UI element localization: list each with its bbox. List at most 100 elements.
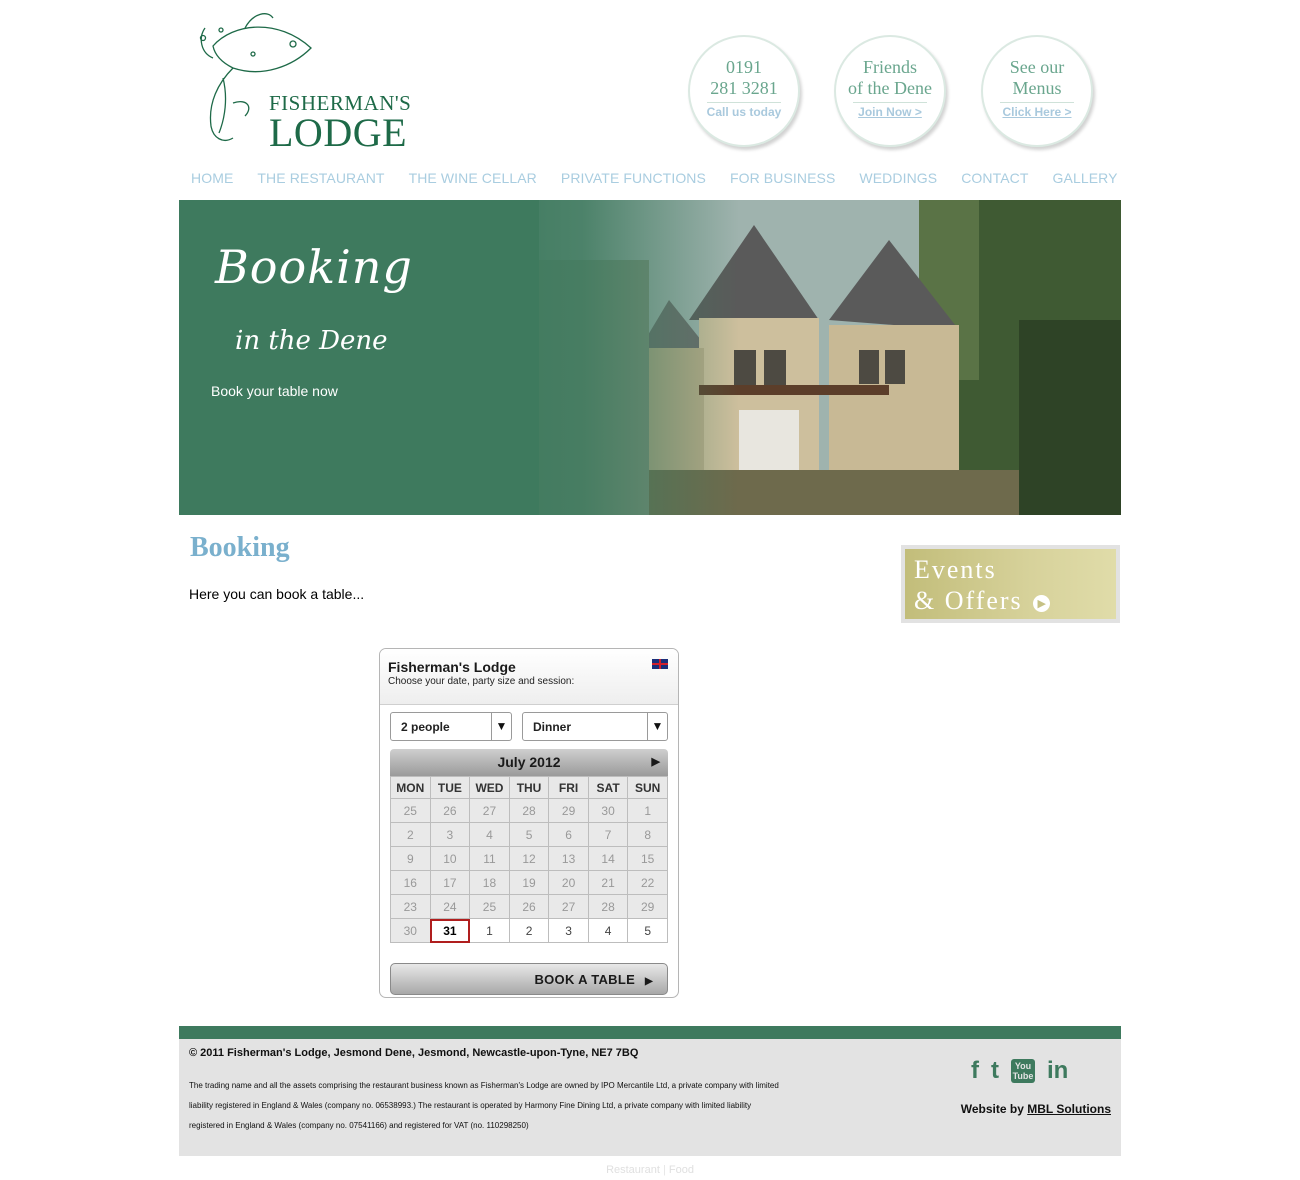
dropdown-arrow-icon: ▼ — [491, 713, 511, 740]
calendar-day: 3 — [429, 822, 471, 847]
calendar-day: 27 — [469, 798, 510, 823]
book-a-table-button[interactable]: BOOK A TABLE ▶ — [390, 963, 668, 995]
booking-widget: Fisherman's Lodge Choose your date, part… — [379, 648, 679, 998]
friends-circle[interactable]: Friends of the Dene Join Now > — [834, 35, 946, 147]
calendar-day: 30 — [390, 918, 431, 943]
book-button-label: BOOK A TABLE — [534, 972, 636, 987]
party-size-select[interactable]: 2 people ▼ — [390, 712, 512, 741]
banner-gradient — [479, 200, 739, 515]
calendar-day-available[interactable]: 1 — [469, 918, 510, 943]
weekday-header: TUE — [429, 776, 471, 799]
calendar-day: 14 — [587, 846, 629, 871]
calendar-day: 28 — [508, 798, 550, 823]
youtube-icon[interactable]: You Tube — [1011, 1059, 1035, 1083]
linkedin-icon[interactable]: in — [1047, 1057, 1068, 1085]
session-select[interactable]: Dinner ▼ — [522, 712, 668, 741]
calendar-day-selected[interactable]: 31 — [429, 918, 471, 943]
call-us-circle[interactable]: 0191 281 3281 Call us today — [688, 35, 800, 147]
nav-the-wine-cellar[interactable]: THE WINE CELLAR — [409, 170, 537, 186]
banner-script-subtitle: in the Dene — [235, 326, 388, 356]
calendar-day-available[interactable]: 4 — [587, 918, 629, 943]
calendar-day: 4 — [469, 822, 510, 847]
menus-line2: Menus — [1012, 78, 1062, 98]
footer: © 2011 Fisherman's Lodge, Jesmond Dene, … — [179, 1026, 1121, 1156]
social-links: f t You Tube in — [971, 1057, 1068, 1085]
footer-legal: The trading name and all the assets comp… — [189, 1081, 779, 1130]
phone-line2: 281 3281 — [710, 78, 778, 98]
weekday-header: SAT — [587, 776, 629, 799]
page-title: Booking — [190, 532, 290, 563]
footer-copyright: © 2011 Fisherman's Lodge, Jesmond Dene, … — [189, 1047, 639, 1059]
calendar-day: 2 — [390, 822, 431, 847]
calendar-day-available[interactable]: 2 — [508, 918, 550, 943]
mbl-solutions-link[interactable]: MBL Solutions — [1027, 1102, 1111, 1116]
weekday-header: THU — [508, 776, 550, 799]
circle-divider — [707, 102, 781, 103]
calendar-day: 30 — [587, 798, 629, 823]
calendar-day: 26 — [429, 798, 471, 823]
banner-tagline: Book your table now — [211, 383, 338, 399]
calendar-grid: MON TUE WED THU FRI SAT SUN 25 26 27 28 — [390, 776, 668, 943]
nav-gallery[interactable]: GALLERY — [1053, 170, 1118, 186]
calendar-day: 1 — [627, 798, 668, 823]
call-us-label: Call us today — [706, 105, 782, 119]
calendar-day: 25 — [469, 894, 510, 919]
site-logo[interactable]: FISHERMAN'S LODGE — [193, 8, 423, 153]
nav-home[interactable]: HOME — [191, 170, 233, 186]
main-nav: HOME THE RESTAURANT THE WINE CELLAR PRIV… — [191, 170, 1142, 186]
next-month-icon[interactable]: ▶ — [652, 749, 660, 776]
nav-for-business[interactable]: FOR BUSINESS — [730, 170, 835, 186]
calendar-day: 7 — [587, 822, 629, 847]
calendar: July 2012 ▶ MON TUE WED THU FRI SAT SUN — [390, 749, 668, 943]
join-now-link[interactable]: Join Now > — [836, 105, 944, 119]
weekday-header: FRI — [548, 776, 589, 799]
restaurant-link[interactable]: Restaurant — [606, 1164, 660, 1176]
banner-script-title: Booking — [215, 240, 413, 294]
calendar-day: 20 — [548, 870, 589, 895]
credit-prefix: Website by — [960, 1102, 1024, 1116]
weekday-header: WED — [469, 776, 510, 799]
calendar-day: 23 — [390, 894, 431, 919]
footer-credit: Website by MBL Solutions — [961, 1102, 1111, 1116]
calendar-day: 5 — [508, 822, 550, 847]
calendar-day: 29 — [627, 894, 668, 919]
uk-flag-icon[interactable] — [652, 659, 668, 669]
calendar-day: 24 — [429, 894, 471, 919]
friends-line2: of the Dene — [848, 78, 932, 98]
calendar-week: 16 17 18 19 20 21 22 — [390, 870, 668, 895]
calendar-day: 15 — [627, 846, 668, 871]
play-arrow-icon: ▶ — [645, 976, 653, 987]
widget-header: Fisherman's Lodge Choose your date, part… — [380, 649, 678, 705]
arrow-right-icon: ▶ — [1033, 594, 1051, 612]
calendar-day: 8 — [627, 822, 668, 847]
calendar-day: 11 — [469, 846, 510, 871]
food-link[interactable]: Food — [669, 1164, 694, 1176]
calendar-day-available[interactable]: 3 — [548, 918, 589, 943]
weekday-header: MON — [390, 776, 431, 799]
circle-divider — [1000, 102, 1074, 103]
calendar-week: 2 3 4 5 6 7 8 — [390, 822, 668, 847]
weekday-header: SUN — [627, 776, 668, 799]
calendar-month: July 2012 — [497, 754, 561, 770]
events-offers-button[interactable]: Events & Offers ▶ — [901, 545, 1120, 623]
calendar-day: 21 — [587, 870, 629, 895]
facebook-icon[interactable]: f — [971, 1057, 979, 1085]
calendar-day: 18 — [469, 870, 510, 895]
intro-text: Here you can book a table... — [189, 586, 365, 602]
calendar-day: 27 — [548, 894, 589, 919]
calendar-week: 30 31 1 2 3 4 5 — [390, 918, 668, 943]
calendar-day: 17 — [429, 870, 471, 895]
hero-banner: Booking in the Dene Book your table now — [179, 200, 1121, 515]
twitter-icon[interactable]: t — [991, 1057, 999, 1085]
calendar-day: 12 — [508, 846, 550, 871]
session-value: Dinner — [533, 720, 572, 734]
calendar-day-available[interactable]: 5 — [627, 918, 668, 943]
menus-circle[interactable]: See our Menus Click Here > — [981, 35, 1093, 147]
nav-contact[interactable]: CONTACT — [961, 170, 1028, 186]
bottom-links: Restaurant | Food — [0, 1164, 1300, 1176]
nav-weddings[interactable]: WEDDINGS — [859, 170, 937, 186]
click-here-link[interactable]: Click Here > — [983, 105, 1091, 119]
circle-divider — [853, 102, 927, 103]
nav-private-functions[interactable]: PRIVATE FUNCTIONS — [561, 170, 706, 186]
nav-the-restaurant[interactable]: THE RESTAURANT — [257, 170, 384, 186]
